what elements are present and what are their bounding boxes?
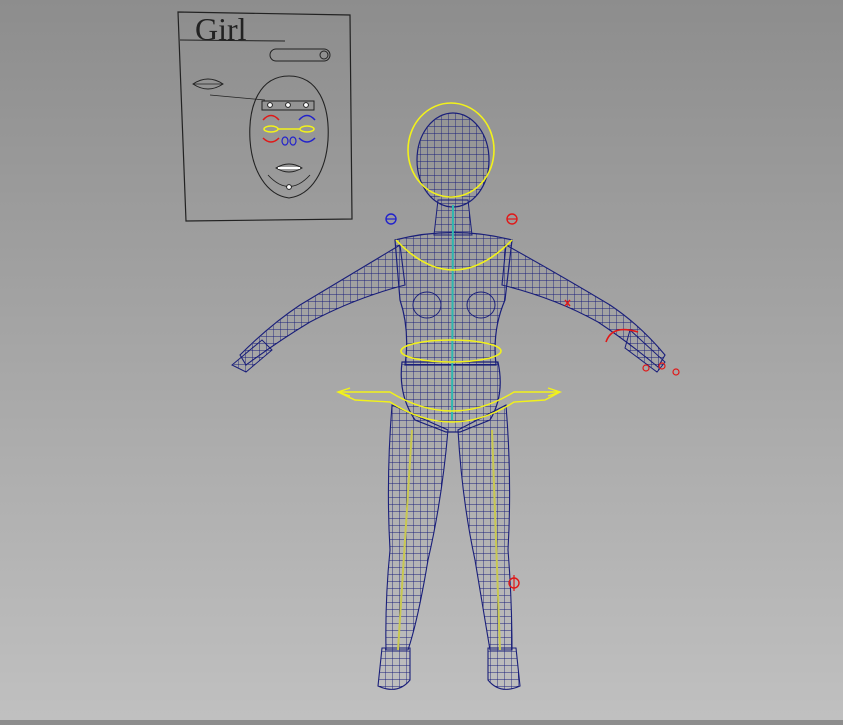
slider-control[interactable] [269,48,331,62]
left-foot-mesh[interactable] [377,647,411,690]
right-leg-mesh[interactable] [457,404,513,651]
facial-control-panel[interactable]: Girl [177,11,353,222]
head-mesh[interactable] [416,112,490,208]
jaw-control[interactable] [286,184,292,190]
right-shoulder-control[interactable] [506,213,518,225]
character-wireframe[interactable] [231,112,666,690]
right-eye-control[interactable] [298,114,316,143]
left-eye-control[interactable] [262,114,280,143]
right-foot-mesh[interactable] [487,647,521,690]
spine-bone [451,204,454,421]
panel-title: Girl [195,11,247,47]
slider-knob[interactable] [319,50,329,60]
left-leg-mesh[interactable] [385,404,449,651]
left-shoulder-control[interactable] [385,213,397,225]
3d-viewport[interactable]: Girl [0,0,843,720]
mouth-control[interactable] [275,163,303,173]
face-outline-icon [249,75,329,199]
nose-control[interactable] [281,136,297,146]
mouth-icon[interactable] [192,78,224,90]
